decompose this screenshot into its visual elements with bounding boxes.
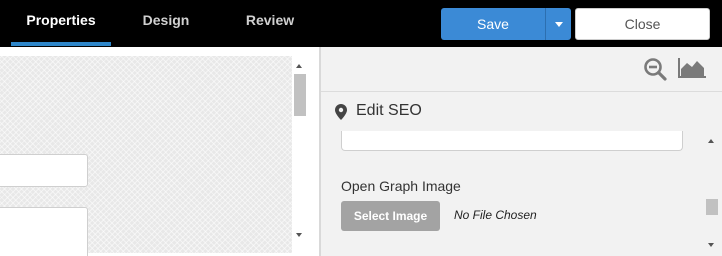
close-button[interactable]: Close [575,8,710,40]
save-options-dropdown[interactable] [545,8,571,40]
right-scrollbar[interactable] [704,131,720,256]
tab-properties-label: Properties [26,12,96,28]
properties-panel: Edit SEO Open Graph Image Select Image N… [321,47,722,256]
save-button[interactable]: Save [441,8,545,40]
top-bar: Properties Design Review Save Close [0,0,722,47]
form-field-preview[interactable] [0,207,88,256]
zoom-out-icon[interactable] [643,57,667,81]
close-button-label: Close [624,16,661,32]
properties-toolbar [321,47,722,92]
save-button-label: Save [477,16,509,32]
og-image-label: Open Graph Image [341,178,461,194]
chevron-down-icon [554,21,563,27]
tab-design[interactable]: Design [118,0,214,47]
form-canvas [0,56,292,256]
scroll-up-arrow-icon[interactable] [708,139,714,143]
area-chart-icon[interactable] [677,57,707,79]
scroll-up-arrow-icon[interactable] [296,64,302,68]
scroll-down-arrow-icon[interactable] [296,233,302,237]
select-image-button[interactable]: Select Image [341,201,440,231]
map-pin-icon [335,104,347,120]
left-scrollbar[interactable] [292,56,308,253]
select-image-button-label: Select Image [353,209,428,223]
seo-text-field[interactable] [341,131,683,151]
tab-review[interactable]: Review [222,0,318,47]
scrollbar-thumb[interactable] [294,74,306,116]
form-preview-panel [0,47,319,256]
active-tab-indicator [11,42,111,46]
scrollbar-thumb[interactable] [706,199,718,215]
tab-properties[interactable]: Properties [11,0,111,47]
form-field-preview[interactable] [0,154,88,187]
tab-design-label: Design [142,12,190,28]
section-title: Edit SEO [356,102,422,119]
scroll-down-arrow-icon[interactable] [708,243,714,247]
tab-review-label: Review [245,12,295,28]
file-status-text: No File Chosen [454,208,537,222]
